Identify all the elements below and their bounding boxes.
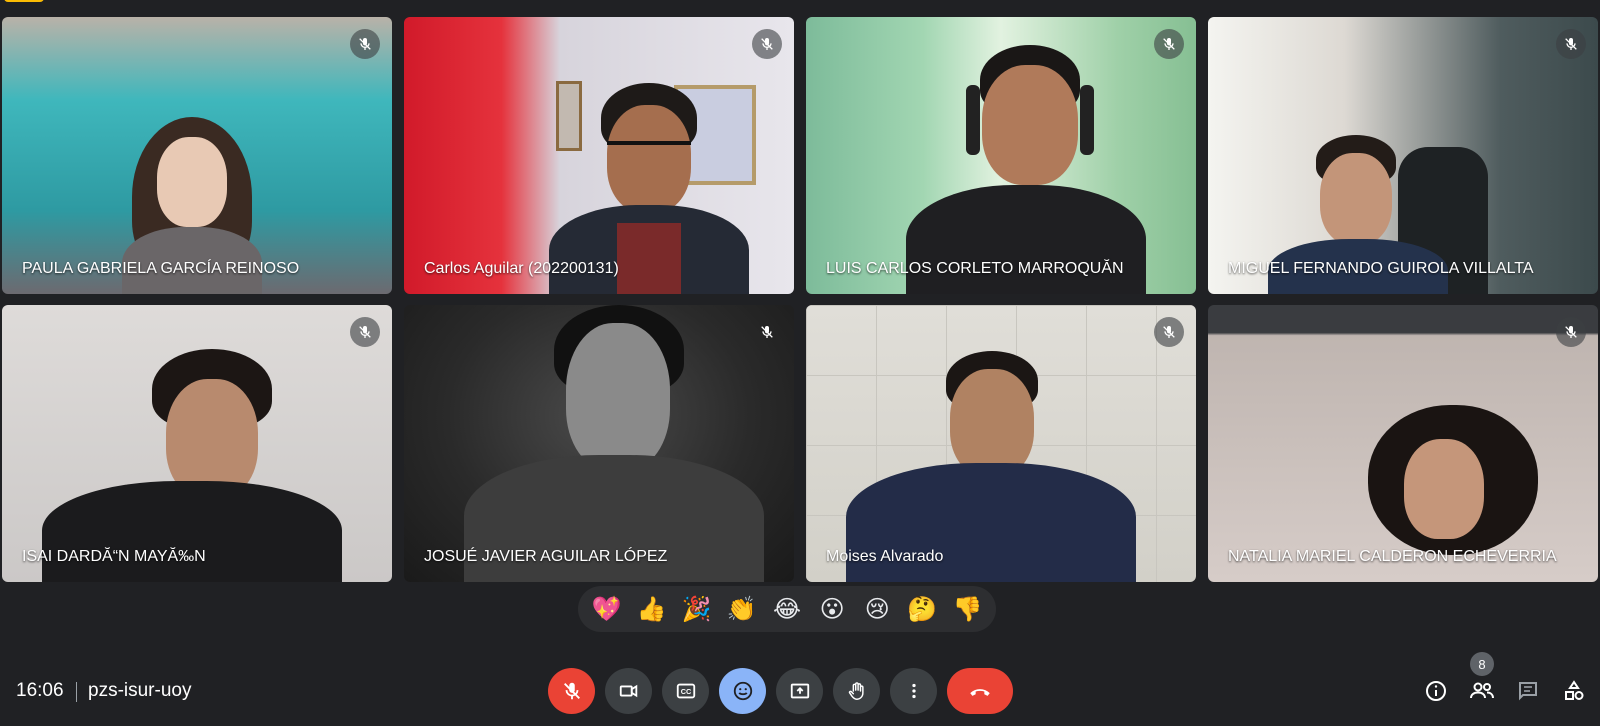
call-controls: CC xyxy=(548,668,1013,714)
video-feed xyxy=(2,305,392,582)
reaction-crying[interactable]: 😢 xyxy=(859,597,895,621)
people-button[interactable]: 8 xyxy=(1466,652,1498,714)
svg-text:CC: CC xyxy=(680,687,691,696)
camera-toggle-button[interactable] xyxy=(605,668,652,714)
video-feed xyxy=(1208,17,1598,294)
more-options-button[interactable] xyxy=(890,668,937,714)
side-panel-controls: 8 xyxy=(1420,652,1590,714)
participant-name: Carlos Aguilar (202200131) xyxy=(424,260,619,277)
mic-off-icon xyxy=(350,317,380,347)
reaction-sparkling-heart[interactable]: 💖 xyxy=(589,597,625,621)
info-icon xyxy=(1426,681,1446,701)
video-feed xyxy=(1208,305,1598,582)
leave-call-button[interactable] xyxy=(947,668,1013,714)
reaction-thinking[interactable]: 🤔 xyxy=(904,597,940,621)
mic-off-icon xyxy=(1556,29,1586,59)
meeting-details-button[interactable] xyxy=(1420,668,1452,714)
footer-divider xyxy=(76,682,77,702)
chat-icon xyxy=(1519,682,1537,701)
mic-off-icon xyxy=(1154,29,1184,59)
participant-name: ISAI DARDĂ“N MAYĂ‰N xyxy=(22,548,206,565)
mic-off-icon xyxy=(1154,317,1184,347)
participant-tile[interactable]: Carlos Aguilar (202200131) xyxy=(404,17,794,294)
participant-tile[interactable]: ISAI DARDĂ“N MAYĂ‰N xyxy=(2,305,392,582)
participant-name: MIGUEL FERNANDO GUIROLA VILLALTA xyxy=(1228,260,1534,277)
participant-tile[interactable]: JOSUÉ JAVIER AGUILAR LÓPEZ xyxy=(404,305,794,582)
reaction-tears-of-joy[interactable]: 😂 xyxy=(769,597,805,621)
video-feed xyxy=(806,305,1196,582)
closed-captions-icon: CC xyxy=(676,683,695,699)
microphone-toggle-button[interactable] xyxy=(548,668,595,714)
mic-off-icon xyxy=(752,29,782,59)
participant-tile[interactable]: MIGUEL FERNANDO GUIROLA VILLALTA xyxy=(1208,17,1598,294)
video-feed xyxy=(2,17,392,294)
mic-off-icon xyxy=(752,317,782,347)
participant-tile[interactable]: LUIS CARLOS CORLETO MARROQUĂN xyxy=(806,17,1196,294)
mic-off-icon xyxy=(1556,317,1586,347)
participant-name: Moises Alvarado xyxy=(826,548,944,565)
participant-name: NATALIA MARIEL CALDERON ECHEVERRIA xyxy=(1228,548,1557,565)
video-feed xyxy=(404,305,794,582)
meeting-time: 16:06 xyxy=(16,680,64,701)
video-camera-icon xyxy=(619,684,637,698)
meeting-code[interactable]: pzs-isur-uoy xyxy=(88,680,191,702)
raise-hand-icon xyxy=(848,682,864,700)
more-vert-icon xyxy=(911,683,916,699)
chat-button[interactable] xyxy=(1512,668,1544,714)
activities-shapes-icon xyxy=(1565,680,1584,700)
reaction-thumbs-down[interactable]: 👎 xyxy=(949,597,985,621)
reaction-thumbs-up[interactable]: 👍 xyxy=(634,597,670,621)
reaction-surprised[interactable]: 😮 xyxy=(814,597,850,621)
present-screen-icon xyxy=(790,683,809,699)
participant-count-badge: 8 xyxy=(1470,652,1494,676)
mic-off-icon xyxy=(350,29,380,59)
end-call-icon xyxy=(970,689,990,696)
video-feed xyxy=(404,17,794,294)
participant-tile[interactable]: PAULA GABRIELA GARCÍA REINOSO xyxy=(2,17,392,294)
mic-off-icon xyxy=(563,682,580,700)
smiley-icon xyxy=(733,681,752,701)
participant-tile[interactable]: Moises Alvarado xyxy=(806,305,1196,582)
present-screen-button[interactable] xyxy=(776,668,823,714)
people-icon xyxy=(1470,682,1494,699)
participant-name: PAULA GABRIELA GARCÍA REINOSO xyxy=(22,260,300,277)
participant-tile[interactable]: NATALIA MARIEL CALDERON ECHEVERRIA xyxy=(1208,305,1598,582)
participant-name: JOSUÉ JAVIER AGUILAR LÓPEZ xyxy=(424,548,668,565)
top-notification-badge xyxy=(4,0,44,2)
reactions-bar: 💖 👍 🎉 👏 😂 😮 😢 🤔 👎 xyxy=(578,586,996,632)
participant-grid: PAULA GABRIELA GARCÍA REINOSO Carlos Agu… xyxy=(2,17,1598,582)
activities-button[interactable] xyxy=(1558,668,1590,714)
raise-hand-button[interactable] xyxy=(833,668,880,714)
captions-button[interactable]: CC xyxy=(662,668,709,714)
reaction-clapping[interactable]: 👏 xyxy=(724,597,760,621)
reaction-party-popper[interactable]: 🎉 xyxy=(679,597,715,621)
participant-name: LUIS CARLOS CORLETO MARROQUĂN xyxy=(826,260,1124,277)
reactions-button[interactable] xyxy=(719,668,766,714)
video-feed xyxy=(806,17,1196,294)
